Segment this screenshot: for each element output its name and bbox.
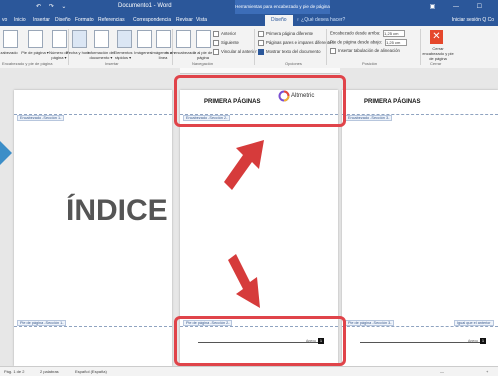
side-arrow-icon <box>0 141 12 165</box>
group-label-position: Posición <box>362 61 378 66</box>
contextual-tab-group: Herramientas para encabezado y pie de pá… <box>235 0 330 14</box>
insert-alignment-tab-label: Insertar tabulación de alineación <box>338 48 400 54</box>
group-label-options: Opciones <box>285 61 302 66</box>
language[interactable]: Español (España) <box>75 369 107 374</box>
ribbon-separator <box>254 29 255 65</box>
tab-revisar[interactable]: Revisar <box>176 17 193 23</box>
go-to-footer-icon[interactable] <box>196 30 211 48</box>
header-highlight-box <box>174 75 346 127</box>
window-controls[interactable]: ▣ — ☐ <box>430 3 490 10</box>
footer-boundary <box>14 326 172 327</box>
footer-section-tag: Pie de página -Sección 1- <box>17 320 67 326</box>
page-number-box: 1 <box>480 338 486 344</box>
close-icon[interactable]: ✕ <box>430 30 443 44</box>
footer-button-icon[interactable] <box>28 30 43 48</box>
tell-me-search[interactable]: ♀ ¿Qué desea hacer? <box>296 17 345 23</box>
index-title: ÍNDICE <box>66 194 168 227</box>
word-count[interactable]: 2 palabras <box>40 369 59 374</box>
ribbon-separator <box>326 29 327 65</box>
ribbon: zabezado Pie de página ▾ Número de págin… <box>0 26 498 69</box>
group-label-header-footer: Encabezado y pie de página <box>2 61 53 66</box>
link-to-previous-label: Vincular al anterior <box>221 49 257 55</box>
footer-from-bottom-setting: Pie de página desde abajo: 1,25 cm <box>330 39 408 46</box>
header-button-icon[interactable] <box>3 30 18 48</box>
header-section-tag: Encabezado -Sección 1- <box>17 115 65 121</box>
arrow-down-right-icon <box>228 254 260 308</box>
tab-diseno-encabezado[interactable]: Diseño <box>265 15 293 26</box>
header-from-top-label: Encabezado desde arriba: <box>330 30 381 36</box>
header-from-top-input[interactable]: 1,25 cm <box>383 30 406 37</box>
quick-parts-icon[interactable] <box>117 30 132 48</box>
page-number-button-icon[interactable] <box>52 30 67 48</box>
link-to-previous-button[interactable]: Vincular al anterior <box>213 49 257 55</box>
group-label-close: Cerrar <box>430 61 442 66</box>
footer-section-tag: Pie de página -Sección 3- <box>345 320 395 326</box>
tab-formato[interactable]: Formato <box>75 17 94 23</box>
page-right[interactable]: PRIMERA PÁGINAS Encabezado -Sección 3- P… <box>342 90 498 366</box>
different-first-page-label: Primera página diferente <box>266 31 314 37</box>
date-time-icon[interactable] <box>72 30 87 48</box>
different-first-page-checkbox[interactable]: Primera página diferente <box>258 31 313 37</box>
tab-vista[interactable]: Vista <box>196 17 207 23</box>
page-left[interactable]: Encabezado -Sección 1- ÍNDICE Pie de pág… <box>14 90 172 366</box>
tab-referencias[interactable]: Referencias <box>98 17 125 23</box>
go-to-header-icon[interactable] <box>176 30 191 48</box>
previous-label: Anterior <box>221 31 237 37</box>
header-section-tag: Encabezado -Sección 3- <box>345 115 393 121</box>
tab-insertar[interactable]: Insertar <box>33 17 50 23</box>
quick-access-toolbar[interactable]: ↶ ↷ ⌄ <box>36 3 69 10</box>
ribbon-tabs: vo Inicio Insertar Diseño Formato Refere… <box>0 14 498 26</box>
horizontal-ruler[interactable] <box>180 68 340 74</box>
show-document-text-checkbox[interactable]: Mostrar texto del documento <box>258 49 320 55</box>
page-number-word: Anexo <box>468 339 478 343</box>
group-label-navigation: Navegación <box>192 61 214 66</box>
sign-in-link[interactable]: Iniciar sesión Q Co <box>452 17 494 23</box>
tab-inicio[interactable]: Inicio <box>14 17 26 23</box>
arrow-up-right-icon <box>224 140 264 190</box>
next-label: Siguiente <box>221 40 239 46</box>
group-label-insert: Insertar <box>105 61 119 66</box>
insert-alignment-tab-button[interactable]: Insertar tabulación de alineación <box>330 48 400 54</box>
tab-archivo[interactable]: vo <box>2 17 7 23</box>
tab-correspondencia[interactable]: Correspondencia <box>133 17 171 23</box>
footer-rule <box>360 342 485 343</box>
page-count[interactable]: Pág. 1 de 2 <box>4 369 24 374</box>
document-info-icon[interactable] <box>94 30 109 48</box>
show-document-text-label: Mostrar texto del documento <box>266 49 321 55</box>
ribbon-separator <box>68 29 69 65</box>
ribbon-separator <box>172 29 173 65</box>
window-title: Documento1 - Word <box>118 3 172 9</box>
zoom-in-button[interactable]: + <box>486 369 488 374</box>
odd-even-pages-label: Páginas pares e impares diferentes <box>266 40 334 46</box>
close-header-footer-label: Cerrar encabezado y pie de página <box>422 46 454 61</box>
odd-even-pages-checkbox[interactable]: Páginas pares e impares diferentes <box>258 40 334 46</box>
header-from-top-setting: Encabezado desde arriba: 1,25 cm <box>330 30 406 37</box>
link-previous-tag: Igual que el anterior <box>454 320 494 326</box>
online-pictures-icon[interactable] <box>156 30 171 48</box>
previous-button[interactable]: Anterior <box>213 31 236 37</box>
footer-boundary <box>342 326 498 327</box>
next-button[interactable]: Siguiente <box>213 40 239 46</box>
footer-from-bottom-input[interactable]: 1,25 cm <box>385 39 408 46</box>
title-bar: ↶ ↷ ⌄ Documento1 - Word Herramientas par… <box>0 0 498 14</box>
page-heading: PRIMERA PÁGINAS <box>364 99 421 105</box>
footer-highlight-box <box>174 316 346 366</box>
footer-from-bottom-label: Pie de página desde abajo: <box>330 39 383 45</box>
tab-diseno[interactable]: Diseño <box>55 17 71 23</box>
zoom-out-button[interactable]: — <box>440 369 444 374</box>
pictures-icon[interactable] <box>137 30 152 48</box>
